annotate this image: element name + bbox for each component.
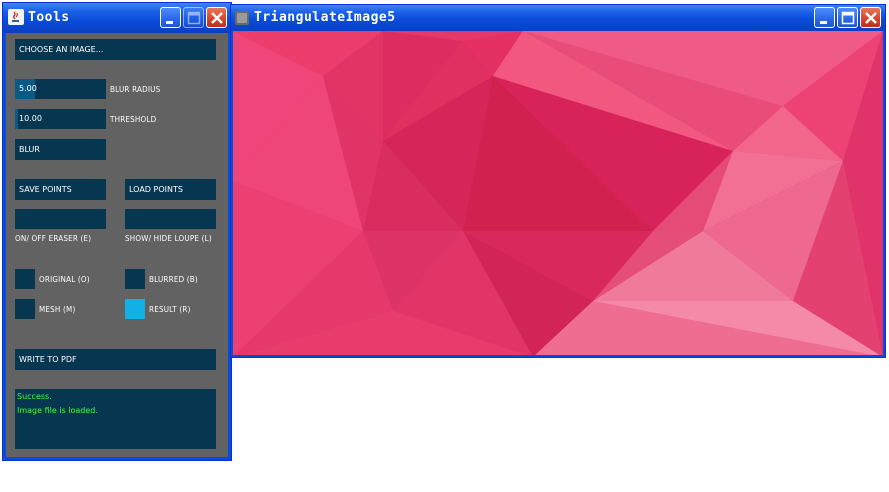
blur-button[interactable]: BLUR <box>15 139 106 160</box>
blurred-checkbox[interactable] <box>125 269 145 289</box>
save-points-button[interactable]: SAVE POINTS <box>15 179 106 200</box>
minimize-icon <box>166 21 173 24</box>
blur-radius-label: BLUR RADIUS <box>110 85 161 94</box>
triangulated-image <box>233 31 883 355</box>
tools-panel: CHOOSE AN IMAGE... 5.00 BLUR RADIUS 10.0… <box>6 33 228 457</box>
close-button[interactable] <box>206 7 227 28</box>
loupe-label: SHOW/ HIDE LOUPE (L) <box>125 234 212 243</box>
minimize-button[interactable] <box>160 7 181 28</box>
threshold-value: 10.00 <box>19 114 42 123</box>
write-pdf-button[interactable]: WRITE TO PDF <box>15 349 216 370</box>
window-icon <box>235 10 251 26</box>
blur-radius-value: 5.00 <box>19 84 37 93</box>
image-titlebar[interactable]: TriangulateImage5 <box>231 5 885 31</box>
triangulated-image-canvas[interactable] <box>233 31 883 355</box>
maximize-button[interactable] <box>183 7 204 28</box>
blur-radius-slider[interactable]: 5.00 <box>15 79 106 99</box>
threshold-fill <box>15 109 18 129</box>
mesh-label: MESH (M) <box>39 305 76 314</box>
log-text: Success. Image file is loaded. <box>17 390 98 418</box>
maximize-icon <box>187 11 201 25</box>
eraser-toggle[interactable] <box>15 209 106 229</box>
tools-window: Tools CHOOSE AN IMAGE... 5.00 BLUR RADIU… <box>2 2 232 461</box>
maximize-icon <box>841 11 855 25</box>
image-window: TriangulateImage5 <box>230 4 886 358</box>
minimize-icon <box>820 21 827 24</box>
original-checkbox[interactable] <box>15 269 35 289</box>
write-pdf-label: WRITE TO PDF <box>19 355 77 364</box>
log-line: Success. <box>17 392 52 401</box>
log-line: Image file is loaded. <box>17 406 98 415</box>
result-label: RESULT (R) <box>149 305 191 314</box>
choose-image-button[interactable]: CHOOSE AN IMAGE... <box>15 39 216 60</box>
load-points-label: LOAD POINTS <box>129 185 183 194</box>
image-window-title: TriangulateImage5 <box>254 10 396 25</box>
close-icon <box>865 12 877 24</box>
blur-button-label: BLUR <box>19 145 40 154</box>
tools-title: Tools <box>28 10 70 25</box>
tools-titlebar[interactable]: Tools <box>3 3 231 33</box>
minimize-button[interactable] <box>814 7 835 28</box>
maximize-button[interactable] <box>837 7 858 28</box>
result-checkbox[interactable] <box>125 299 145 319</box>
load-points-button[interactable]: LOAD POINTS <box>125 179 216 200</box>
java-app-icon <box>8 9 24 25</box>
loupe-toggle[interactable] <box>125 209 216 229</box>
close-icon <box>211 12 223 24</box>
save-points-label: SAVE POINTS <box>19 185 72 194</box>
threshold-label: THRESHOLD <box>110 115 157 124</box>
eraser-label: ON/ OFF ERASER (E) <box>15 234 92 243</box>
original-label: ORIGINAL (O) <box>39 275 90 284</box>
close-button[interactable] <box>860 7 881 28</box>
threshold-slider[interactable]: 10.00 <box>15 109 106 129</box>
choose-image-label: CHOOSE AN IMAGE... <box>19 45 104 54</box>
log-textarea[interactable]: Success. Image file is loaded. <box>15 389 216 449</box>
mesh-checkbox[interactable] <box>15 299 35 319</box>
blurred-label: BLURRED (B) <box>149 275 198 284</box>
